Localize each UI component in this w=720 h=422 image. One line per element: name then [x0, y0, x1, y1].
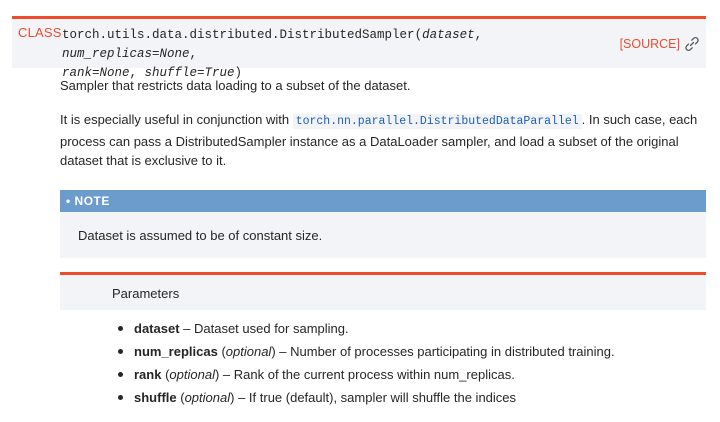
link-icon[interactable] — [684, 36, 700, 52]
list-item: dataset – Dataset used for sampling. — [116, 317, 615, 340]
bullet-icon — [118, 395, 123, 400]
parameters-title: Parameters — [112, 286, 180, 301]
param-desc: – Number of processes participating in d… — [275, 344, 615, 359]
parameters-list: dataset – Dataset used for sampling. num… — [116, 317, 615, 409]
param-name: num_replicas — [134, 344, 218, 359]
note-box: • NOTE Dataset is assumed to be of const… — [60, 190, 706, 258]
param-optional: optional — [184, 390, 231, 405]
param-name: shuffle — [134, 390, 177, 405]
class-label: CLASS — [18, 25, 62, 40]
description-line: Sampler that restricts data loading to a… — [60, 78, 411, 93]
parameters-panel: Parameters — [60, 272, 706, 310]
note-body: Dataset is assumed to be of constant siz… — [78, 228, 323, 243]
param-separator: , — [189, 47, 198, 61]
description-paragraph: It is especially useful in conjunction w… — [60, 110, 708, 171]
param-name: dataset — [134, 321, 180, 336]
param-optional: optional — [225, 344, 272, 359]
ddp-code-link[interactable]: torch.nn.parallel.DistributedDataParalle… — [292, 114, 582, 129]
signature-text: torch.utils.data.distributed.Distributed… — [62, 26, 602, 83]
param-dataset: dataset — [422, 28, 475, 42]
qualified-name: torch.utils.data.distributed.Distributed… — [62, 28, 415, 42]
bullet-icon — [118, 349, 123, 354]
source-link[interactable]: [SOURCE] — [620, 37, 680, 51]
list-item: rank (optional) – Rank of the current pr… — [116, 363, 615, 386]
list-item: num_replicas (optional) – Number of proc… — [116, 340, 615, 363]
param-desc: – Dataset used for sampling. — [179, 321, 349, 336]
description-text: It is especially useful in conjunction w… — [60, 112, 293, 127]
param-num-replicas: num_replicas=None — [62, 47, 190, 61]
bullet-icon — [118, 326, 123, 331]
note-header: • NOTE — [60, 190, 706, 212]
param-desc: – If true (default), sampler will shuffl… — [234, 390, 517, 405]
param-name: rank — [134, 367, 162, 382]
open-paren: ( — [414, 28, 423, 42]
bullet-icon — [118, 372, 123, 377]
class-signature: CLASS torch.utils.data.distributed.Distr… — [12, 16, 706, 80]
param-optional: optional — [169, 367, 215, 382]
param-separator: , — [474, 28, 483, 42]
list-item: shuffle (optional) – If true (default), … — [116, 386, 615, 409]
param-desc: – Rank of the current process within num… — [219, 367, 515, 382]
